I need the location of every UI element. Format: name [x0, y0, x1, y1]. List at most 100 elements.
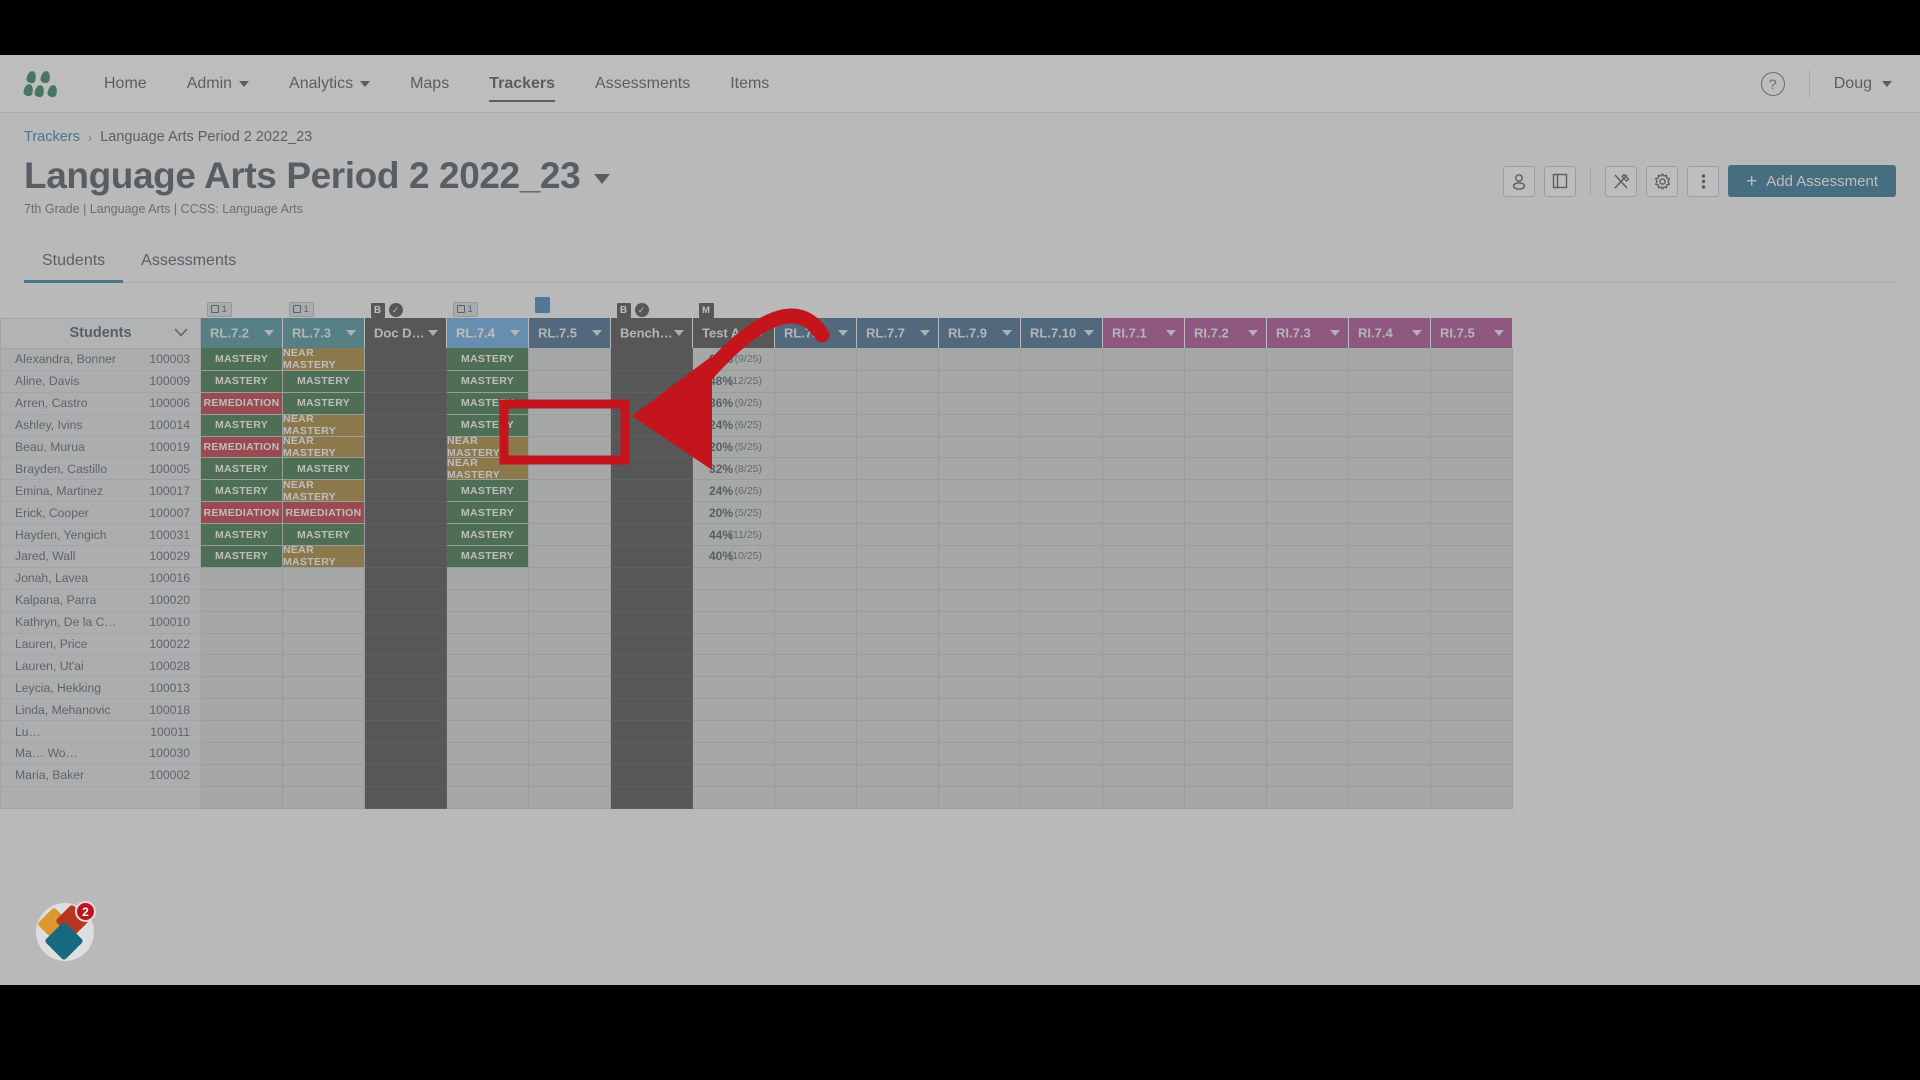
- grid-cell-testinv[interactable]: [692, 720, 775, 743]
- grid-cell-ri73[interactable]: [1266, 545, 1349, 568]
- grid-cell-rl74[interactable]: [446, 567, 529, 590]
- grid-cell-rl79[interactable]: [938, 523, 1021, 546]
- grid-cell-rl76[interactable]: [774, 698, 857, 722]
- column-header-ri71[interactable]: RI.7.1: [1102, 318, 1185, 349]
- chevron-down-icon[interactable]: [346, 330, 356, 337]
- grid-cell-testinv[interactable]: 32% (8/25): [692, 457, 775, 481]
- grid-cell-ri72[interactable]: [1184, 523, 1267, 546]
- grid-cell-testinv[interactable]: [692, 633, 775, 656]
- grid-cell-doc[interactable]: [364, 633, 447, 656]
- grid-cell-doc[interactable]: [364, 589, 447, 612]
- chevron-down-icon[interactable]: [174, 328, 188, 337]
- grid-cell-rl75[interactable]: [528, 479, 611, 503]
- grid-cell-ri71[interactable]: [1102, 523, 1185, 546]
- grid-cell-ri71[interactable]: [1102, 414, 1185, 437]
- grid-cell-ri74[interactable]: [1348, 501, 1431, 525]
- grid-cell-rl710[interactable]: [1020, 742, 1103, 765]
- grid-cell-rl79[interactable]: [938, 414, 1021, 437]
- grid-cell-rl79[interactable]: [938, 392, 1021, 415]
- grid-cell-ri74[interactable]: [1348, 545, 1431, 568]
- table-row[interactable]: Kalpana, Parra 100020: [0, 589, 1513, 612]
- grid-cell-ri74[interactable]: [1348, 764, 1431, 787]
- grid-cell-ri75[interactable]: [1430, 545, 1513, 568]
- grid-cell-rl73[interactable]: MASTERY: [282, 523, 365, 546]
- grid-cell-rl79[interactable]: [938, 370, 1021, 393]
- column-header-rl75[interactable]: RL.7.5: [528, 318, 611, 349]
- grid-cell-ri71[interactable]: [1102, 589, 1185, 612]
- grid-cell-ri73[interactable]: [1266, 501, 1349, 525]
- grid-cell-ri74[interactable]: [1348, 611, 1431, 634]
- grid-cell-ri72[interactable]: [1184, 633, 1267, 656]
- grid-cell-bench[interactable]: [610, 545, 693, 568]
- grid-cell-testinv[interactable]: [692, 742, 775, 765]
- grid-cell-rl75[interactable]: [528, 698, 611, 722]
- help-circle-icon[interactable]: ?: [1760, 71, 1785, 96]
- grid-cell-bench[interactable]: [610, 370, 693, 393]
- chevron-down-icon[interactable]: [264, 330, 274, 337]
- column-header-ri72[interactable]: RI.7.2: [1184, 318, 1267, 349]
- grid-cell-ri75[interactable]: [1430, 392, 1513, 415]
- grid-cell-rl79[interactable]: [938, 786, 1021, 809]
- grid-cell-ri71[interactable]: [1102, 720, 1185, 743]
- grid-cell-rl76[interactable]: [774, 567, 857, 590]
- grid-cell-rl79[interactable]: [938, 742, 1021, 765]
- grid-cell-rl79[interactable]: [938, 348, 1021, 371]
- grid-cell-rl72[interactable]: [200, 589, 283, 612]
- grid-cell-rl77[interactable]: [856, 742, 939, 765]
- grid-cell-rl76[interactable]: [774, 501, 857, 525]
- table-row[interactable]: Emina, Martinez 100017 MASTERY NEAR MASTERY…: [0, 479, 1513, 503]
- column-header-ri75[interactable]: RI.7.5: [1430, 318, 1513, 349]
- help-beacon-widget[interactable]: 2: [36, 901, 96, 961]
- grid-cell-rl710[interactable]: [1020, 545, 1103, 568]
- grid-cell-ri73[interactable]: [1266, 348, 1349, 371]
- grid-cell-rl73[interactable]: [282, 676, 365, 700]
- grid-cell-rl77[interactable]: [856, 589, 939, 612]
- grid-cell-ri75[interactable]: [1430, 786, 1513, 809]
- grid-cell-testinv[interactable]: [692, 764, 775, 787]
- table-row[interactable]: Leycia, Hekking 100013: [0, 676, 1513, 700]
- column-header-rl76[interactable]: RL.7.6: [774, 318, 857, 349]
- grid-cell-rl73[interactable]: [282, 742, 365, 765]
- grid-cell-ri71[interactable]: [1102, 436, 1185, 459]
- grid-cell-ri72[interactable]: [1184, 414, 1267, 437]
- nav-link-assessments[interactable]: Assessments: [575, 55, 710, 112]
- grid-cell-rl79[interactable]: [938, 698, 1021, 722]
- grid-cell-ri74[interactable]: [1348, 457, 1431, 481]
- grid-cell-rl76[interactable]: [774, 742, 857, 765]
- student-profile-icon[interactable]: [1503, 165, 1536, 197]
- grid-cell-rl77[interactable]: [856, 786, 939, 809]
- grid-cell-rl77[interactable]: [856, 392, 939, 415]
- grid-cell-bench[interactable]: [610, 633, 693, 656]
- grid-cell-rl76[interactable]: [774, 545, 857, 568]
- grid-cell-rl74[interactable]: [446, 742, 529, 765]
- grid-cell-rl72[interactable]: MASTERY: [200, 370, 283, 393]
- grid-cell-ri73[interactable]: [1266, 392, 1349, 415]
- grid-cell-ri71[interactable]: [1102, 742, 1185, 765]
- grid-cell-rl74[interactable]: [446, 589, 529, 612]
- chevron-down-icon[interactable]: [1248, 330, 1258, 337]
- grid-cell-ri73[interactable]: [1266, 654, 1349, 678]
- chevron-down-icon[interactable]: [592, 330, 602, 337]
- grid-cell-testinv[interactable]: 36% (9/25): [692, 348, 775, 371]
- grid-cell-ri72[interactable]: [1184, 457, 1267, 481]
- grid-cell-doc[interactable]: [364, 654, 447, 678]
- table-row[interactable]: Beau, Murua 100019 REMEDIATION NEAR MASTERY…: [0, 435, 1513, 459]
- grid-cell-rl74[interactable]: [446, 654, 529, 678]
- grid-cell-rl79[interactable]: [938, 720, 1021, 743]
- grid-cell-rl72[interactable]: [200, 720, 283, 743]
- grid-cell-ri73[interactable]: [1266, 479, 1349, 503]
- student-name-cell[interactable]: Lauren, Price 100022: [0, 633, 201, 656]
- grid-cell-rl74[interactable]: NEAR MASTERY: [446, 457, 529, 481]
- grid-cell-rl76[interactable]: [774, 370, 857, 393]
- grid-cell-rl710[interactable]: [1020, 567, 1103, 590]
- nav-link-items[interactable]: Items: [710, 55, 789, 112]
- grid-cell-rl73[interactable]: [282, 764, 365, 787]
- grid-cell-ri75[interactable]: [1430, 479, 1513, 503]
- grid-cell-rl75[interactable]: [528, 545, 611, 568]
- grid-cell-testinv[interactable]: [692, 698, 775, 722]
- grid-cell-bench[interactable]: [610, 392, 693, 415]
- student-name-cell[interactable]: Erick, Cooper 100007: [0, 501, 201, 525]
- grid-cell-rl73[interactable]: MASTERY: [282, 392, 365, 415]
- grid-cell-rl72[interactable]: [200, 633, 283, 656]
- table-row[interactable]: Lauren, Ut'ai 100028: [0, 654, 1513, 678]
